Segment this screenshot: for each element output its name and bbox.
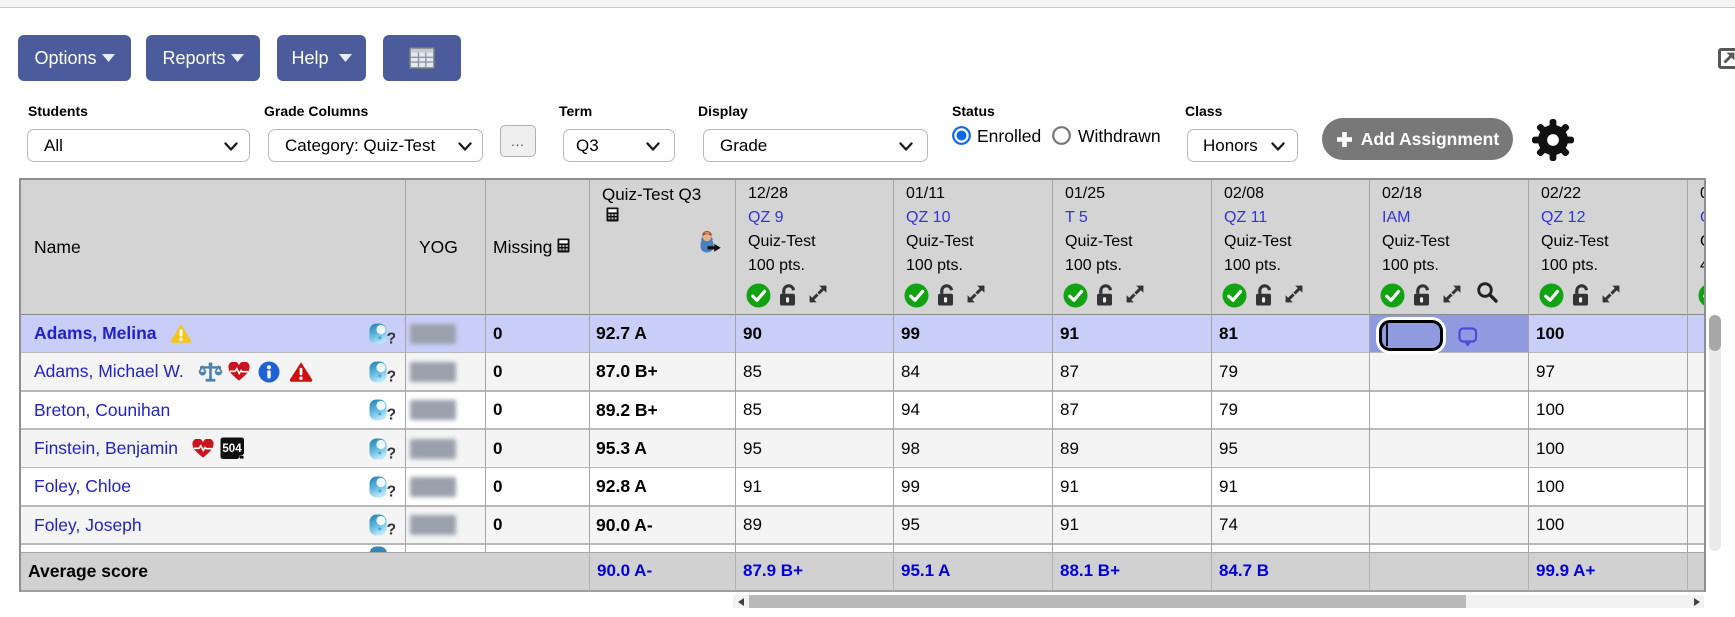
svg-text:?: ? [387,330,396,345]
svg-text:?: ? [387,407,396,422]
svg-text:504: 504 [222,443,242,455]
svg-text:?: ? [387,445,396,460]
svg-text:?: ? [387,368,396,383]
svg-text:?: ? [387,522,396,537]
svg-text:?: ? [387,483,396,498]
